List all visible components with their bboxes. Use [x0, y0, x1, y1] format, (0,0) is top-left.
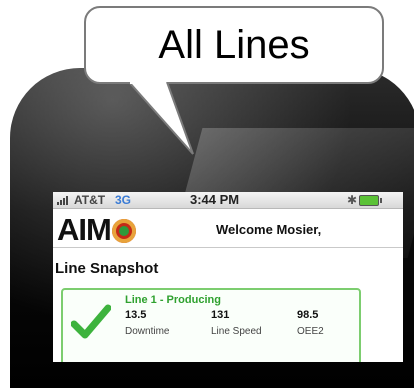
- battery-icon: [359, 195, 382, 206]
- callout-text: All Lines: [158, 22, 310, 67]
- aimo-logo[interactable]: AIM: [57, 212, 136, 248]
- logo-text: AIM: [57, 212, 112, 247]
- metric-value: 98.5: [297, 309, 319, 321]
- metric-value: 13.5: [125, 309, 147, 321]
- metric-downtime: 13.5 Downtime: [125, 309, 169, 337]
- metric-label: OEE2: [297, 326, 324, 337]
- app-header: AIM Welcome Mosier,: [53, 209, 403, 248]
- metric-label: Downtime: [125, 326, 170, 337]
- callout-bubble: All Lines: [84, 6, 384, 84]
- welcome-message: Welcome Mosier,: [216, 222, 322, 237]
- metric-oee2: 98.5 OEE2: [297, 309, 324, 337]
- line-card[interactable]: Line 1 - Producing 13.5 Downtime 131 Lin…: [61, 288, 361, 362]
- line-title: Line 1 - Producing: [125, 294, 221, 306]
- check-icon: [71, 304, 111, 339]
- app-screen: AT&T 3G 3:44 PM ✱ AIM Welcome Mosier, Li…: [53, 192, 403, 362]
- metric-line-speed: 131 Line Speed: [211, 309, 262, 337]
- metric-label: Line Speed: [211, 326, 262, 337]
- status-bar: AT&T 3G 3:44 PM ✱: [53, 192, 403, 209]
- logo-target-icon: [111, 219, 136, 243]
- carrier-label: AT&T: [74, 193, 106, 207]
- metric-value: 131: [211, 309, 230, 321]
- network-label: 3G: [115, 193, 132, 207]
- signal-icon: [57, 196, 68, 205]
- section-title: Line Snapshot: [55, 260, 159, 277]
- clock: 3:44 PM: [190, 192, 240, 207]
- bluetooth-icon: ✱: [347, 193, 358, 207]
